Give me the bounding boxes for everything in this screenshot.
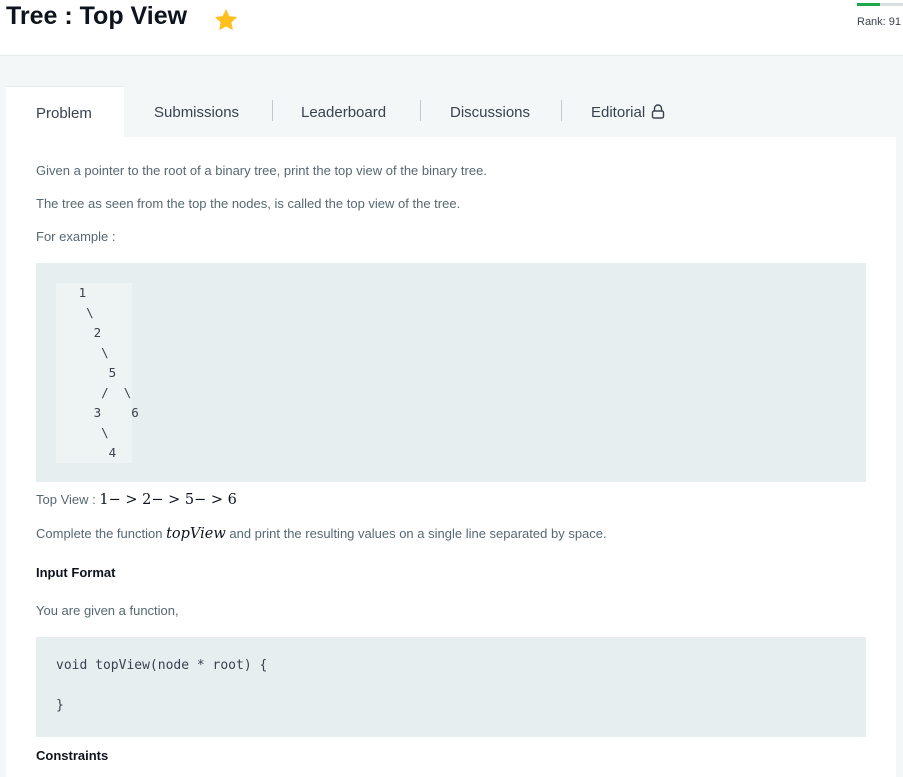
tab-label: Problem [36, 105, 92, 122]
code-line: void topView(node * root) { [56, 658, 268, 673]
complete-prefix: Complete the function [36, 526, 167, 541]
top-view-value: 1− > 2− > 5− > 6 [99, 492, 237, 508]
rank-label: Rank: 91 [857, 16, 902, 28]
rank-progress-bar [857, 3, 903, 6]
challenge-header: Tree : Top View Rank: 91 [0, 0, 903, 56]
tab-label: Editorial [591, 104, 646, 121]
tree-line: \ [56, 343, 132, 363]
tab-problem[interactable]: Problem [6, 86, 124, 138]
star-icon[interactable] [213, 7, 239, 33]
code-line: } [56, 698, 64, 713]
tab-discussions[interactable]: Discussions [450, 86, 530, 137]
page-title: Tree : Top View [6, 2, 188, 30]
challenge-tabs: Problem Submissions Leaderboard Discussi… [6, 86, 903, 138]
tree-line: 4 [56, 443, 132, 463]
tree-line: / \ [56, 383, 132, 403]
tree-line: \ [56, 303, 132, 323]
given-function-text: You are given a function, [36, 603, 179, 618]
tab-submissions[interactable]: Submissions [154, 86, 239, 137]
tab-label: Discussions [450, 104, 531, 121]
tree-line: 5 [56, 363, 132, 383]
rank-progress-fill [857, 3, 880, 6]
problem-statement-panel: Given a pointer to the root of a binary … [6, 137, 896, 777]
tab-divider [420, 100, 421, 121]
tab-label: Submissions [154, 104, 240, 121]
function-signature-block: void topView(node * root) { } [36, 637, 866, 737]
tab-label: Leaderboard [301, 104, 387, 121]
tree-line: 3 6 [56, 403, 139, 423]
constraints-heading: Constraints [36, 748, 109, 763]
tab-editorial[interactable]: Editorial [591, 86, 665, 137]
function-name: topView [166, 526, 226, 542]
tree-line: 2 [56, 323, 132, 343]
tab-divider [561, 100, 562, 121]
problem-intro: Given a pointer to the root of a binary … [36, 163, 487, 178]
complete-suffix: and print the resulting values on a sing… [225, 526, 607, 541]
problem-definition: The tree as seen from the top the nodes,… [36, 196, 461, 211]
complete-instruction: Complete the function topView and print … [36, 526, 607, 542]
lock-icon [652, 104, 665, 119]
top-view-result: Top View : 1− > 2− > 5− > 6 [36, 492, 237, 508]
example-tree-block: 1 \ 2 \ 5 / \ 3 6 \ 4 [36, 263, 866, 482]
input-format-heading: Input Format [36, 565, 116, 580]
tab-divider [272, 100, 273, 121]
tree-line: 1 [56, 283, 132, 303]
example-label: For example : [36, 229, 116, 244]
tab-leaderboard[interactable]: Leaderboard [301, 86, 386, 137]
tree-line: \ [56, 423, 132, 443]
top-view-label: Top View : [36, 492, 100, 507]
